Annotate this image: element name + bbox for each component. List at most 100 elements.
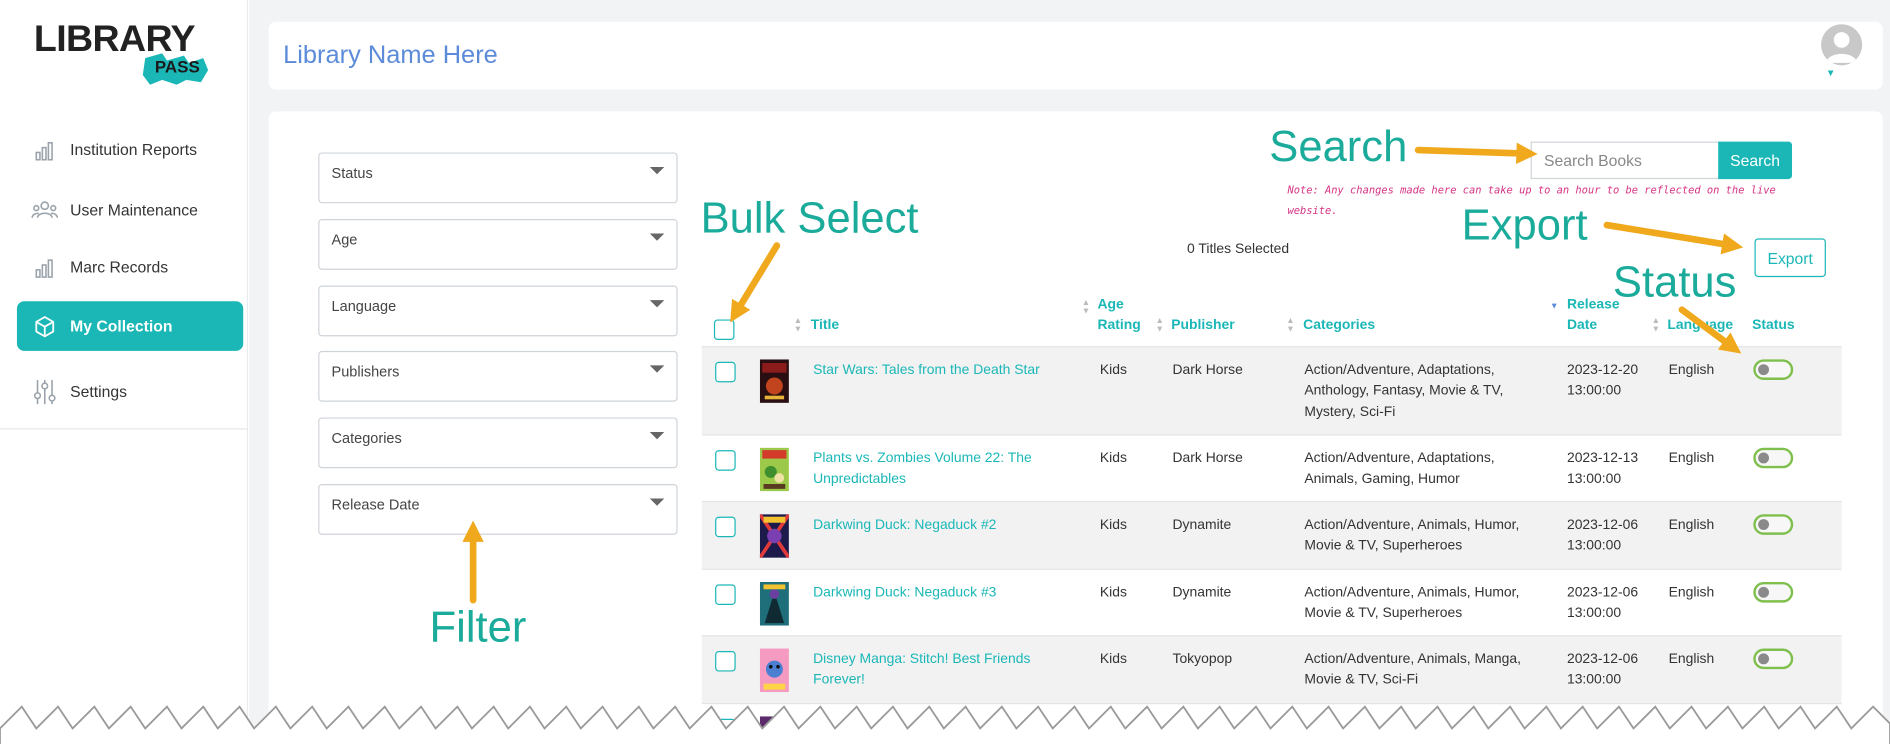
toggle-knob xyxy=(1758,519,1770,530)
caret-down-icon xyxy=(649,166,665,175)
filter-publishers[interactable]: Publishers xyxy=(318,350,678,402)
bar-chart-icon xyxy=(31,136,58,163)
status-toggle[interactable] xyxy=(1753,359,1794,380)
sidebar-item-marc-records[interactable]: Marc Records xyxy=(17,242,243,292)
export-button[interactable]: Export xyxy=(1754,238,1826,278)
filter-label: Language xyxy=(331,297,397,315)
age-rating-cell: Kids xyxy=(1099,517,1127,533)
column-header-language[interactable]: Language xyxy=(1667,316,1733,337)
row-checkbox[interactable] xyxy=(715,361,736,383)
title-link[interactable]: Darkwing Duck: Negaduck #2 xyxy=(813,515,996,536)
filter-status[interactable]: Status xyxy=(318,152,678,204)
select-all-checkbox[interactable] xyxy=(713,319,735,341)
release-date-cell: 2023-12-20 13:00:00 xyxy=(1567,361,1638,403)
sort-icon[interactable]: ▲ ▼ xyxy=(1286,317,1294,334)
time-line: 13:00:00 xyxy=(1566,383,1622,399)
sort-icon[interactable]: ▲ ▼ xyxy=(1156,317,1164,334)
language-cell: English xyxy=(1668,363,1715,378)
category-line: Anthology, Fantasy, Movie & TV, xyxy=(1304,383,1504,399)
time-line: 13:00:00 xyxy=(1566,538,1622,554)
category-line: Mystery, Sci-Fi xyxy=(1304,404,1396,420)
sidebar-item-settings[interactable]: Settings xyxy=(17,367,243,417)
filter-label: Status xyxy=(331,164,373,182)
publisher-cell: Tokyopop xyxy=(1172,652,1233,667)
top-header: Library Name Here ▼ xyxy=(268,21,1883,90)
title-link[interactable]: Disney Manga: Stitch! Best Friends Foreve… xyxy=(813,650,1030,692)
column-header-status[interactable]: Status xyxy=(1752,316,1795,337)
date-line: 2023-12-20 xyxy=(1566,363,1639,378)
table-row: Darkwing Duck: Negaduck #2 Kids Dynamite… xyxy=(701,500,1842,569)
caret-down-icon xyxy=(649,431,665,440)
column-header-publisher[interactable]: Publisher xyxy=(1171,316,1234,337)
annotation-export: Export xyxy=(1461,199,1588,250)
book-cover-thumbnail[interactable] xyxy=(759,514,789,558)
row-checkbox[interactable] xyxy=(715,584,736,605)
column-header-title[interactable]: Title xyxy=(811,316,839,337)
book-cover-thumbnail[interactable] xyxy=(759,359,789,403)
status-toggle[interactable] xyxy=(1753,582,1794,603)
time-line: 13:00:00 xyxy=(1566,673,1622,688)
date-line: 2023-12-13 xyxy=(1566,451,1639,466)
annotation-filter: Filter xyxy=(429,601,527,651)
header-line: Rating xyxy=(1097,318,1141,333)
title-line: Unpredictables xyxy=(813,472,906,487)
title-line: Darkwing Duck: Negaduck #2 xyxy=(813,517,997,533)
language-cell: English xyxy=(1668,652,1715,667)
row-checkbox[interactable] xyxy=(715,650,736,672)
book-cover-thumbnail[interactable] xyxy=(759,582,789,626)
status-toggle[interactable] xyxy=(1753,648,1794,670)
sidebar-item-my-collection[interactable]: My Collection xyxy=(16,301,244,351)
category-line: Animals, Gaming, Humor xyxy=(1304,472,1460,487)
search-button[interactable]: Search xyxy=(1718,141,1793,180)
book-cover-thumbnail[interactable] xyxy=(759,648,789,693)
sort-icon[interactable]: ▲ ▼ xyxy=(794,317,802,334)
book-cover-thumbnail[interactable] xyxy=(759,447,789,492)
filter-label: Age xyxy=(331,231,358,249)
title-link[interactable]: Darkwing Duck: Negaduck #3 xyxy=(813,583,996,604)
sidebar-item-label: Institution Reports xyxy=(70,140,197,159)
sort-icon[interactable]: ▲ ▼ xyxy=(1082,299,1090,316)
category-line: Action/Adventure, Animals, Humor, xyxy=(1304,585,1520,601)
selected-count: 0 Titles Selected xyxy=(1187,242,1290,257)
title-line: Plants vs. Zombies Volume 22: The xyxy=(813,451,1032,466)
title-link[interactable]: Star Wars: Tales from the Death Star xyxy=(813,361,1040,382)
age-rating-cell: Kids xyxy=(1099,652,1127,667)
sort-desc-icon[interactable]: ▼ xyxy=(1550,303,1558,311)
row-checkbox[interactable] xyxy=(715,450,736,471)
table-row: Disney Manga: Stitch! Best Friends Foreve… xyxy=(701,635,1842,704)
status-toggle[interactable] xyxy=(1753,447,1794,469)
time-line: 13:00:00 xyxy=(1566,606,1622,622)
filter-categories[interactable]: Categories xyxy=(318,417,678,469)
row-checkbox[interactable] xyxy=(715,516,736,538)
user-avatar[interactable] xyxy=(1821,24,1863,66)
column-header-categories[interactable]: Categories xyxy=(1303,316,1375,337)
status-toggle[interactable] xyxy=(1753,514,1794,535)
title-link[interactable]: Plants vs. Zombies Volume 22: The Unpredi… xyxy=(813,449,1032,491)
filter-release-date[interactable]: Release Date xyxy=(318,484,678,535)
caret-down-icon xyxy=(649,498,665,506)
header-line: Age xyxy=(1097,297,1124,313)
search-input[interactable] xyxy=(1530,141,1720,180)
logo-subtext: PASS xyxy=(154,56,200,77)
column-header-age-rating[interactable]: Age Rating xyxy=(1097,295,1140,336)
language-cell: English xyxy=(1668,517,1715,533)
release-date-cell: 2023-12-06 13:00:00 xyxy=(1567,515,1638,557)
filter-age[interactable]: Age xyxy=(318,219,678,270)
age-rating-cell: Kids xyxy=(1099,363,1127,378)
annotation-status: Status xyxy=(1612,256,1737,307)
categories-cell: Action/Adventure, Adaptations, Animals, G… xyxy=(1304,449,1494,491)
age-rating-cell: Kids xyxy=(1099,585,1127,601)
sidebar-item-user-maintenance[interactable]: User Maintenance xyxy=(17,185,243,235)
sort-icon[interactable]: ▲ ▼ xyxy=(1652,317,1660,334)
toggle-knob xyxy=(1758,364,1770,376)
categories-cell: Action/Adventure, Animals, Humor, Movie &… xyxy=(1304,583,1519,625)
annotation-search: Search xyxy=(1269,121,1408,171)
sidebar-item-institution-reports[interactable]: Institution Reports xyxy=(17,125,243,175)
chevron-down-icon[interactable]: ▼ xyxy=(1826,68,1836,79)
library-pass-logo[interactable]: LIBRARY PASS xyxy=(34,17,216,90)
category-line: Action/Adventure, Animals, Manga, xyxy=(1304,652,1521,667)
categories-cell: Action/Adventure, Animals, Manga, Movie &… xyxy=(1304,650,1521,692)
categories-cell: Action/Adventure, Adaptations, Anthology,… xyxy=(1304,361,1503,424)
filter-language[interactable]: Language xyxy=(318,285,678,337)
column-header-release-date[interactable]: Release Date xyxy=(1567,295,1620,336)
